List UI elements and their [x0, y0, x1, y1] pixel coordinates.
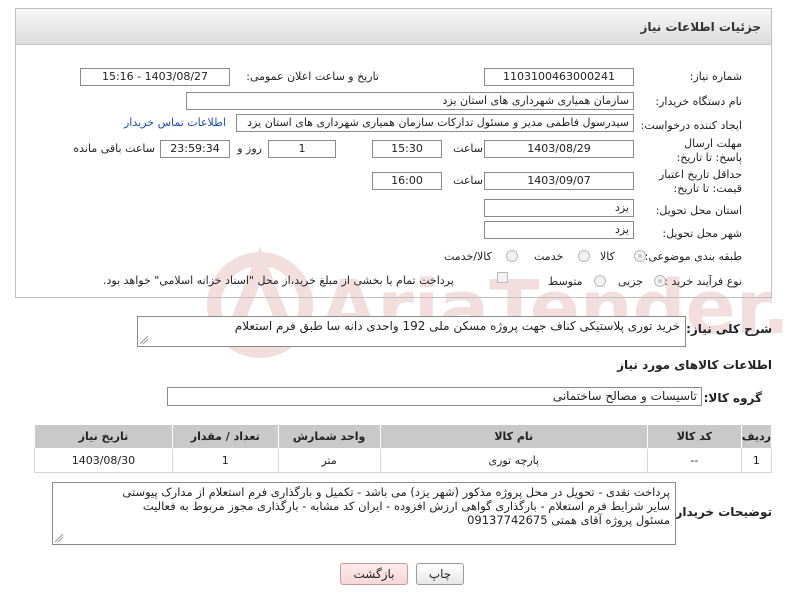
deadline-time-label: ساعت	[453, 142, 483, 155]
category-both-label: کالا/خدمت	[444, 250, 492, 263]
purchase-medium-label: متوسط	[548, 275, 583, 288]
validity-time-field: 16:00	[372, 172, 442, 190]
category-service-radio[interactable]	[578, 250, 590, 262]
province-label: استان محل تحویل:	[655, 204, 742, 217]
category-label: طبقه بندی موضوعی:	[644, 250, 742, 263]
treasury-note: پرداخت تمام یا بخشی از مبلغ خرید،از محل …	[103, 274, 454, 287]
cell-need-date: 1403/08/30	[34, 448, 173, 473]
treasury-checkbox[interactable]	[497, 272, 508, 283]
resize-grip-icon	[55, 534, 63, 542]
description-textarea[interactable]: خرید توری پلاستیکی کناف جهت پروژه مسکن م…	[137, 316, 686, 347]
deadline-time-field: 15:30	[372, 140, 442, 158]
cell-item-code: --	[646, 448, 742, 473]
goods-group-field: تاسیسات و مصالح ساختمانی	[167, 387, 702, 406]
cell-item-name: پارچه توری	[379, 448, 648, 473]
category-service-label: خدمت	[534, 250, 564, 263]
back-button[interactable]: بازگشت	[340, 563, 408, 585]
buyer-notes-line: پرداخت نقدی - تحویل در محل پروژه مذکور (…	[122, 485, 670, 499]
validity-label: حداقل تاریخ اعتبار قیمت: تا تاریخ:	[658, 168, 742, 195]
panel-title: جزئیات اطلاعات نیاز	[640, 20, 761, 34]
cell-unit: متر	[277, 448, 381, 473]
deadline-label: مهلت ارسال پاسخ: تا تاریخ:	[676, 137, 742, 164]
goods-group-label: گروه کالا:	[703, 391, 762, 405]
buyer-notes-textarea[interactable]: پرداخت نقدی - تحویل در محل پروژه مذکور (…	[52, 482, 676, 545]
cell-row-number: 1	[740, 448, 773, 473]
col-header-quantity: تعداد / مقدار	[171, 424, 279, 449]
purchase-partial-radio[interactable]	[654, 275, 666, 287]
buyer-notes-label: توضیحات خریدار:	[670, 505, 772, 519]
purchase-type-label: نوع فرآیند خرید :	[664, 275, 742, 288]
city-label: شهر محل تحویل:	[662, 227, 742, 240]
col-header-row-number: ردیف	[740, 424, 773, 449]
need-number-label: شماره نیاز:	[689, 70, 742, 83]
resize-grip-icon	[140, 336, 148, 344]
category-goods-radio[interactable]	[634, 250, 646, 262]
validity-time-label: ساعت	[453, 174, 483, 187]
col-header-item-code: کد کالا	[646, 424, 742, 449]
buyer-field: سازمان همیاری شهرداری های استان یزد	[186, 92, 634, 110]
description-text: خرید توری پلاستیکی کناف جهت پروژه مسکن م…	[234, 319, 680, 333]
cell-quantity: 1	[171, 448, 279, 473]
buyer-contact-link[interactable]: اطلاعات تماس خریدار	[124, 116, 226, 129]
table-row[interactable]: 1 -- پارچه توری متر 1 1403/08/30	[34, 448, 773, 473]
province-field: یزد	[484, 199, 634, 217]
announce-field: 1403/08/27 - 15:16	[80, 68, 230, 86]
buyer-notes-line: مسئول پروژه آقای همتی 09137742675	[467, 513, 670, 527]
need-number-field: 1103100463000241	[484, 68, 634, 86]
table-header-row: ردیف کد کالا نام کالا واحد شمارش تعداد /…	[34, 424, 773, 449]
announce-label: تاریخ و ساعت اعلان عمومی:	[246, 70, 379, 83]
remaining-time-field: 23:59:34	[160, 140, 230, 158]
goods-section-title: اطلاعات کالاهای مورد نیاز	[617, 358, 772, 372]
col-header-item-name: نام کالا	[379, 424, 648, 449]
col-header-need-date: تاریخ نیاز	[34, 424, 173, 449]
items-table: ردیف کد کالا نام کالا واحد شمارش تعداد /…	[34, 424, 773, 473]
category-goods-label: کالا	[600, 250, 615, 263]
days-field: 1	[268, 140, 336, 158]
city-field: یزد	[484, 221, 634, 239]
print-button[interactable]: چاپ	[416, 563, 464, 585]
days-label: روز و	[237, 142, 262, 155]
purchase-medium-radio[interactable]	[594, 275, 606, 287]
requester-label: ایجاد کننده درخواست:	[640, 119, 742, 132]
requester-field: سیدرسول فاطمی مدیر و مسئول تدارکات سازما…	[236, 114, 634, 132]
col-header-unit: واحد شمارش	[277, 424, 381, 449]
description-label: شرح کلی نیاز:	[686, 322, 772, 336]
buyer-notes-line: سایر شرایط فرم استعلام - بارگذاری گواهی …	[142, 499, 670, 513]
deadline-date-field: 1403/08/29	[484, 140, 634, 158]
purchase-partial-label: جزیی	[618, 275, 644, 288]
category-both-radio[interactable]	[506, 250, 518, 262]
remaining-label: ساعت باقی مانده	[73, 142, 155, 155]
validity-date-field: 1403/09/07	[484, 172, 634, 190]
panel-header: جزئیات اطلاعات نیاز	[16, 9, 771, 45]
buyer-label: نام دستگاه خریدار:	[655, 95, 742, 108]
